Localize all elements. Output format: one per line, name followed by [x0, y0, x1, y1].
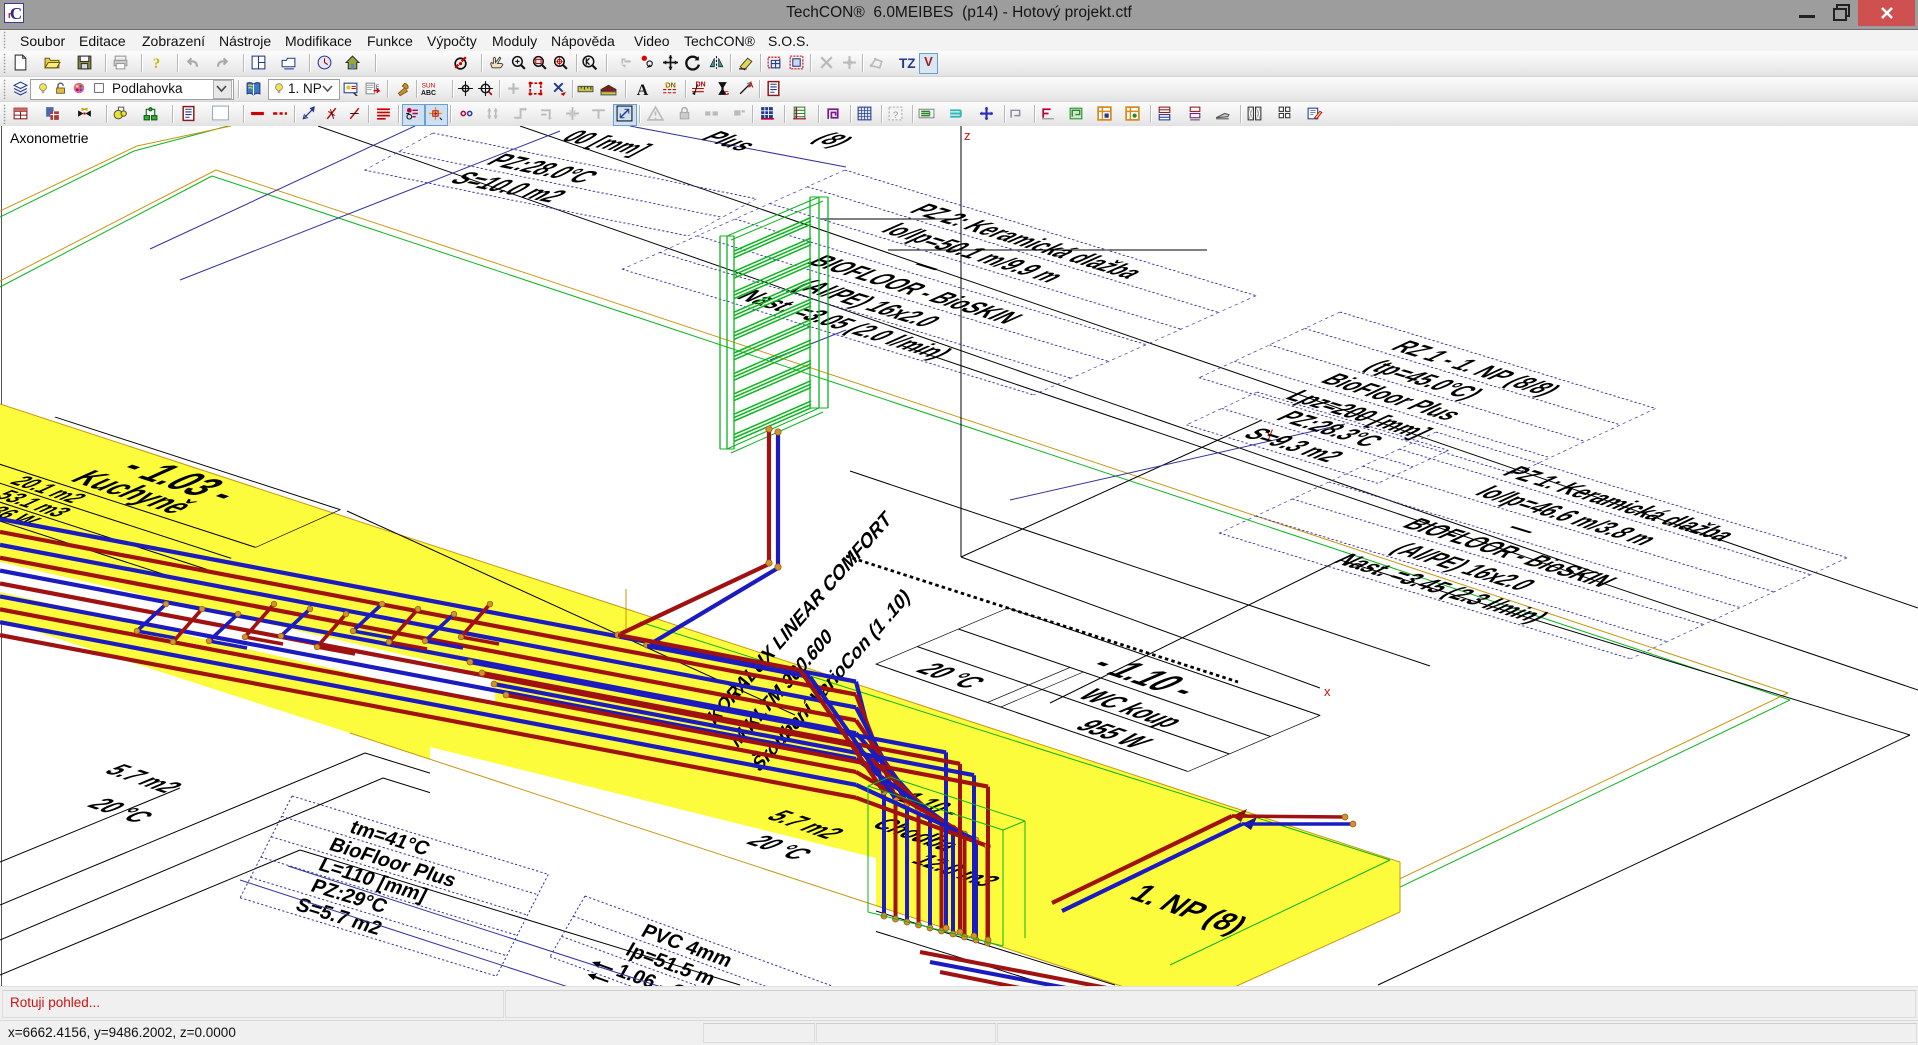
- svg-text:?: ?: [893, 110, 898, 121]
- svg-text:SUN: SUN: [422, 82, 436, 89]
- svg-text:DN: DN: [665, 80, 676, 89]
- svg-text:Axonometrie: Axonometrie: [10, 130, 89, 146]
- svg-text:E: E: [376, 85, 380, 91]
- svg-text:x: x: [1324, 684, 1331, 699]
- svg-text:z: z: [964, 128, 971, 143]
- svg-text:A: A: [637, 82, 649, 97]
- svg-text:A: A: [748, 80, 754, 89]
- svg-text:?: ?: [153, 56, 160, 71]
- svg-text:G: G: [724, 91, 729, 97]
- svg-text:ABC: ABC: [421, 90, 436, 97]
